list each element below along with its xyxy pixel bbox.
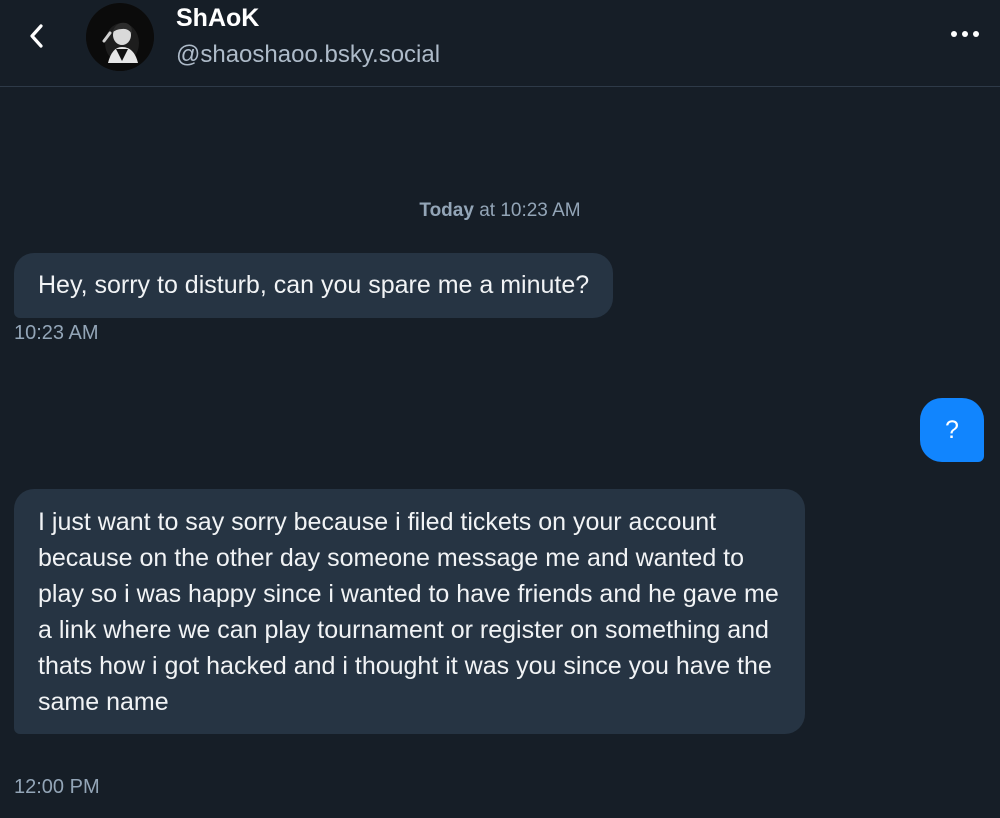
user-handle: @shaoshaoo.bsky.social <box>176 41 441 68</box>
chevron-left-icon <box>30 24 43 48</box>
message-timestamp: 12:00 PM <box>14 776 100 798</box>
date-separator-time: at 10:23 AM <box>479 200 581 221</box>
date-separator-day: Today <box>419 200 474 221</box>
message-timestamp: 10:23 AM <box>14 322 99 344</box>
message-bubble-outgoing[interactable]: ? <box>920 398 984 462</box>
ellipsis-icon <box>951 31 979 37</box>
avatar-image <box>86 3 154 71</box>
more-options-button[interactable] <box>948 22 982 46</box>
conversation-header: ShAoK @shaoshaoo.bsky.social <box>0 0 1000 87</box>
avatar[interactable] <box>86 3 154 71</box>
back-button[interactable] <box>20 18 52 54</box>
date-separator: Today at 10:23 AM <box>0 200 1000 222</box>
display-name[interactable]: ShAoK <box>176 4 259 33</box>
message-bubble-incoming[interactable]: Hey, sorry to disturb, can you spare me … <box>14 253 614 318</box>
message-bubble-incoming[interactable]: I just want to say sorry because i filed… <box>14 489 805 734</box>
